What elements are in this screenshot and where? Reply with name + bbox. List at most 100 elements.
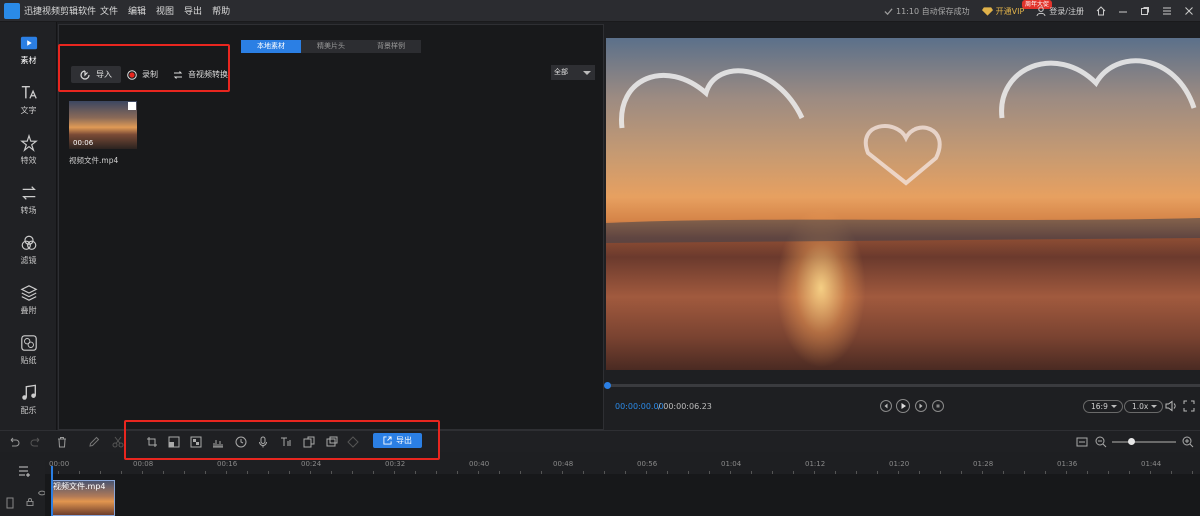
undo-button[interactable] [8, 436, 20, 448]
sidebar-item-effects[interactable]: 特效 [0, 126, 57, 174]
record-label: 录制 [142, 70, 158, 79]
next-frame-button[interactable] [915, 400, 927, 412]
timeline-toolbar [0, 430, 1200, 452]
login-button[interactable]: 登录/注册 [1036, 6, 1084, 17]
redo-button[interactable] [30, 436, 42, 448]
sidebar-item-transition[interactable]: 转场 [0, 176, 57, 224]
menu-file[interactable]: 文件 [100, 4, 118, 17]
crop-button[interactable] [146, 436, 158, 448]
close-button[interactable] [1184, 6, 1194, 16]
text-speech-icon [281, 437, 291, 446]
mosaic-button[interactable] [190, 436, 202, 448]
playback-progress-bar[interactable] [606, 384, 1200, 387]
picture-in-picture-button[interactable] [326, 436, 338, 448]
playback-speed-select[interactable]: 1.0x [1124, 400, 1164, 413]
minimize-button[interactable] [1118, 6, 1128, 16]
timeline-zoom-slider[interactable] [1112, 441, 1176, 443]
sidebar-item-label: 文字 [20, 106, 37, 115]
home-button[interactable] [1096, 6, 1106, 16]
voiceover-button[interactable] [257, 436, 269, 448]
sticker-icon [20, 335, 37, 351]
vip-label: 开通VIP [995, 6, 1025, 16]
zoom-slider-knob[interactable] [1128, 438, 1135, 445]
ruler-tick-label: 00:16 [217, 460, 238, 468]
media-filter-select[interactable]: 全部 [551, 65, 595, 80]
record-button[interactable]: 录制 [127, 66, 158, 83]
restore-icon [1141, 7, 1149, 15]
media-icon [20, 36, 37, 50]
volume-button[interactable] [1165, 400, 1177, 412]
sidebar-item-overlay[interactable]: 叠附 [0, 276, 57, 324]
sidebar-item-label: 转场 [20, 206, 37, 215]
sidebar-item-sticker[interactable]: 贴纸 [0, 326, 57, 374]
import-button[interactable]: 导入 [71, 66, 121, 83]
zoom-out-button[interactable] [1095, 436, 1107, 448]
sidebar-item-label: 贴纸 [20, 356, 37, 365]
zoom-clip-button[interactable] [168, 436, 180, 448]
restore-button[interactable] [1140, 6, 1150, 16]
lock-icon[interactable] [26, 498, 34, 506]
prev-frame-button[interactable] [880, 400, 892, 412]
media-thumbnail[interactable]: 00:06 [69, 101, 137, 149]
settings-menu-button[interactable] [1162, 6, 1172, 16]
track-lock-icon[interactable] [6, 497, 14, 509]
add-track-icon[interactable] [18, 465, 32, 477]
video-preview [606, 38, 1200, 370]
sidebar-item-filter[interactable]: 滤镜 [0, 226, 57, 274]
current-time: 00:00:00.00 [615, 402, 664, 411]
ruler-tick-label: 00:32 [385, 460, 406, 468]
login-label: 登录/注册 [1049, 6, 1084, 16]
ruler-tick-label: 00:08 [133, 460, 154, 468]
menu-view[interactable]: 视图 [156, 4, 174, 17]
sidebar-item-label: 滤镜 [20, 256, 37, 265]
track-controls [0, 460, 46, 516]
play-icon [901, 403, 906, 409]
volume-icon [1165, 400, 1176, 412]
next-icon [919, 403, 923, 409]
title-bar-right: 11:10 自动保存成功 开通VIP 登录/注册 [884, 0, 1200, 22]
zoom-in-icon [1182, 436, 1194, 448]
stop-button[interactable] [932, 400, 944, 412]
sidebar-item-label: 素材 [20, 56, 37, 65]
ruler-tick-label: 00:48 [553, 460, 574, 468]
tab-intro-templates[interactable]: 精美片头 [301, 40, 361, 53]
minimize-icon [1119, 11, 1127, 13]
autosave-status: 11:10 自动保存成功 [884, 6, 970, 17]
ruler-tick-label: 01:20 [889, 460, 910, 468]
sidebar-item-text[interactable]: 文字 [0, 76, 57, 124]
trash-icon [58, 437, 66, 448]
sidebar-item-music[interactable]: 配乐 [0, 376, 57, 424]
fullscreen-button[interactable] [1183, 400, 1195, 412]
aspect-ratio-select[interactable]: 16:9 [1083, 400, 1123, 413]
tab-local-media[interactable]: 本地素材 [241, 40, 301, 53]
timeline-playhead[interactable] [51, 466, 53, 516]
audio-wave-button[interactable] [212, 436, 224, 448]
tab-background-samples[interactable]: 背景样例 [361, 40, 421, 53]
delete-button[interactable] [56, 436, 68, 448]
menu-help[interactable]: 帮助 [212, 4, 230, 17]
playhead-knob[interactable] [604, 382, 611, 389]
av-convert-button[interactable]: 音视频转换 [173, 66, 228, 83]
fit-timeline-button[interactable] [1076, 436, 1088, 448]
zoom-in-button[interactable] [1182, 436, 1194, 448]
edit-button[interactable] [88, 436, 100, 448]
menu-bar: 文件 编辑 视图 导出 帮助 [100, 4, 230, 17]
export-label: 导出 [396, 436, 412, 445]
audio-extract-button[interactable] [303, 436, 315, 448]
scissors-icon [112, 436, 124, 448]
stop-icon [936, 404, 940, 408]
keyframe-button[interactable] [347, 436, 359, 448]
split-button[interactable] [112, 436, 124, 448]
music-icon [21, 384, 36, 400]
text-to-speech-button[interactable] [280, 436, 292, 448]
vip-button[interactable]: 开通VIP [981, 6, 1025, 17]
sidebar-item-media[interactable]: 素材 [0, 26, 57, 74]
sidebar: 素材 文字 特效 转场 滤镜 叠附 贴纸 配乐 [0, 22, 57, 430]
menu-export[interactable]: 导出 [184, 4, 202, 17]
duration-button[interactable] [235, 436, 247, 448]
ruler-tick-label: 00:56 [637, 460, 658, 468]
ruler-tick-label: 01:28 [973, 460, 994, 468]
menu-edit[interactable]: 编辑 [128, 4, 146, 17]
export-button[interactable]: 导出 [373, 433, 422, 448]
play-button[interactable] [896, 399, 910, 413]
